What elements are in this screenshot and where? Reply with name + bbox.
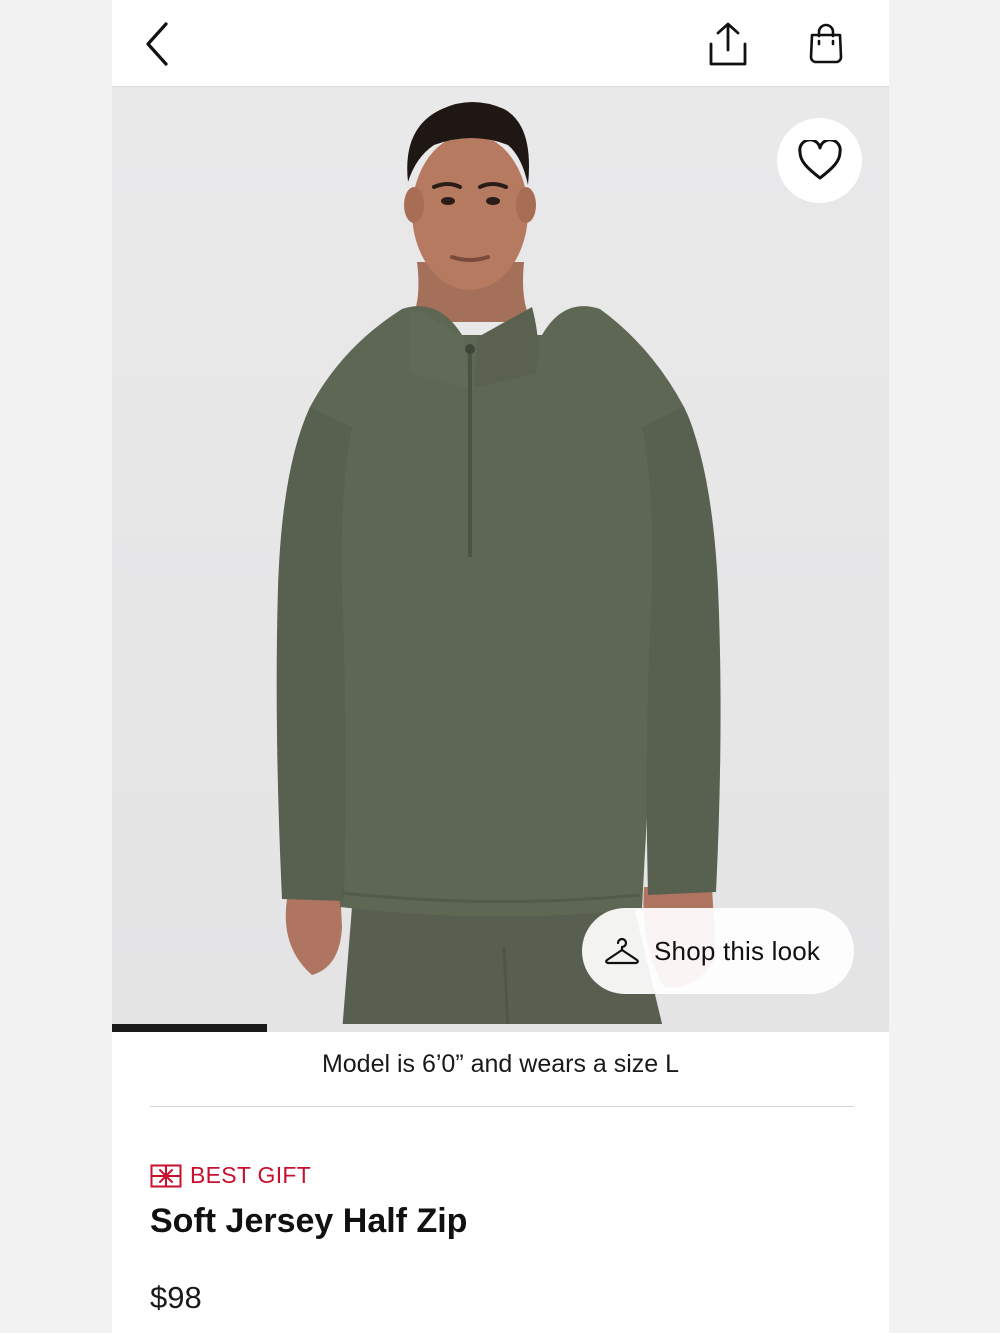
product-name: Soft Jersey Half Zip [150,1202,468,1240]
chevron-left-icon [146,22,168,66]
gallery-progress-bar [112,1024,889,1032]
shop-this-look-button[interactable]: Shop this look [582,908,854,994]
heart-icon [797,139,842,179]
shopping-bag-button[interactable] [800,18,852,70]
top-navigation-bar [112,0,889,87]
best-gift-badge: BEST GIFT [150,1162,311,1189]
gift-icon [150,1164,182,1188]
model-size-info: Model is 6’0” and wears a size L [321,1050,680,1078]
shop-this-look-label: Shop this look [654,935,821,966]
product-price: $98 [150,1280,202,1315]
product-photo [276,102,721,1032]
share-button[interactable] [700,16,756,72]
product-detail-screen: Shop this look Model is 6’0” and wears a… [112,0,889,1333]
back-button[interactable] [132,14,182,74]
shopping-bag-icon [809,23,843,64]
share-icon [709,22,747,66]
badge-label: BEST GIFT [190,1162,312,1188]
divider [150,1106,854,1107]
gallery-progress-fill [112,1024,268,1032]
product-image-gallery[interactable]: Shop this look [112,87,889,1032]
favorite-button[interactable] [777,118,862,203]
hanger-icon [605,937,639,965]
